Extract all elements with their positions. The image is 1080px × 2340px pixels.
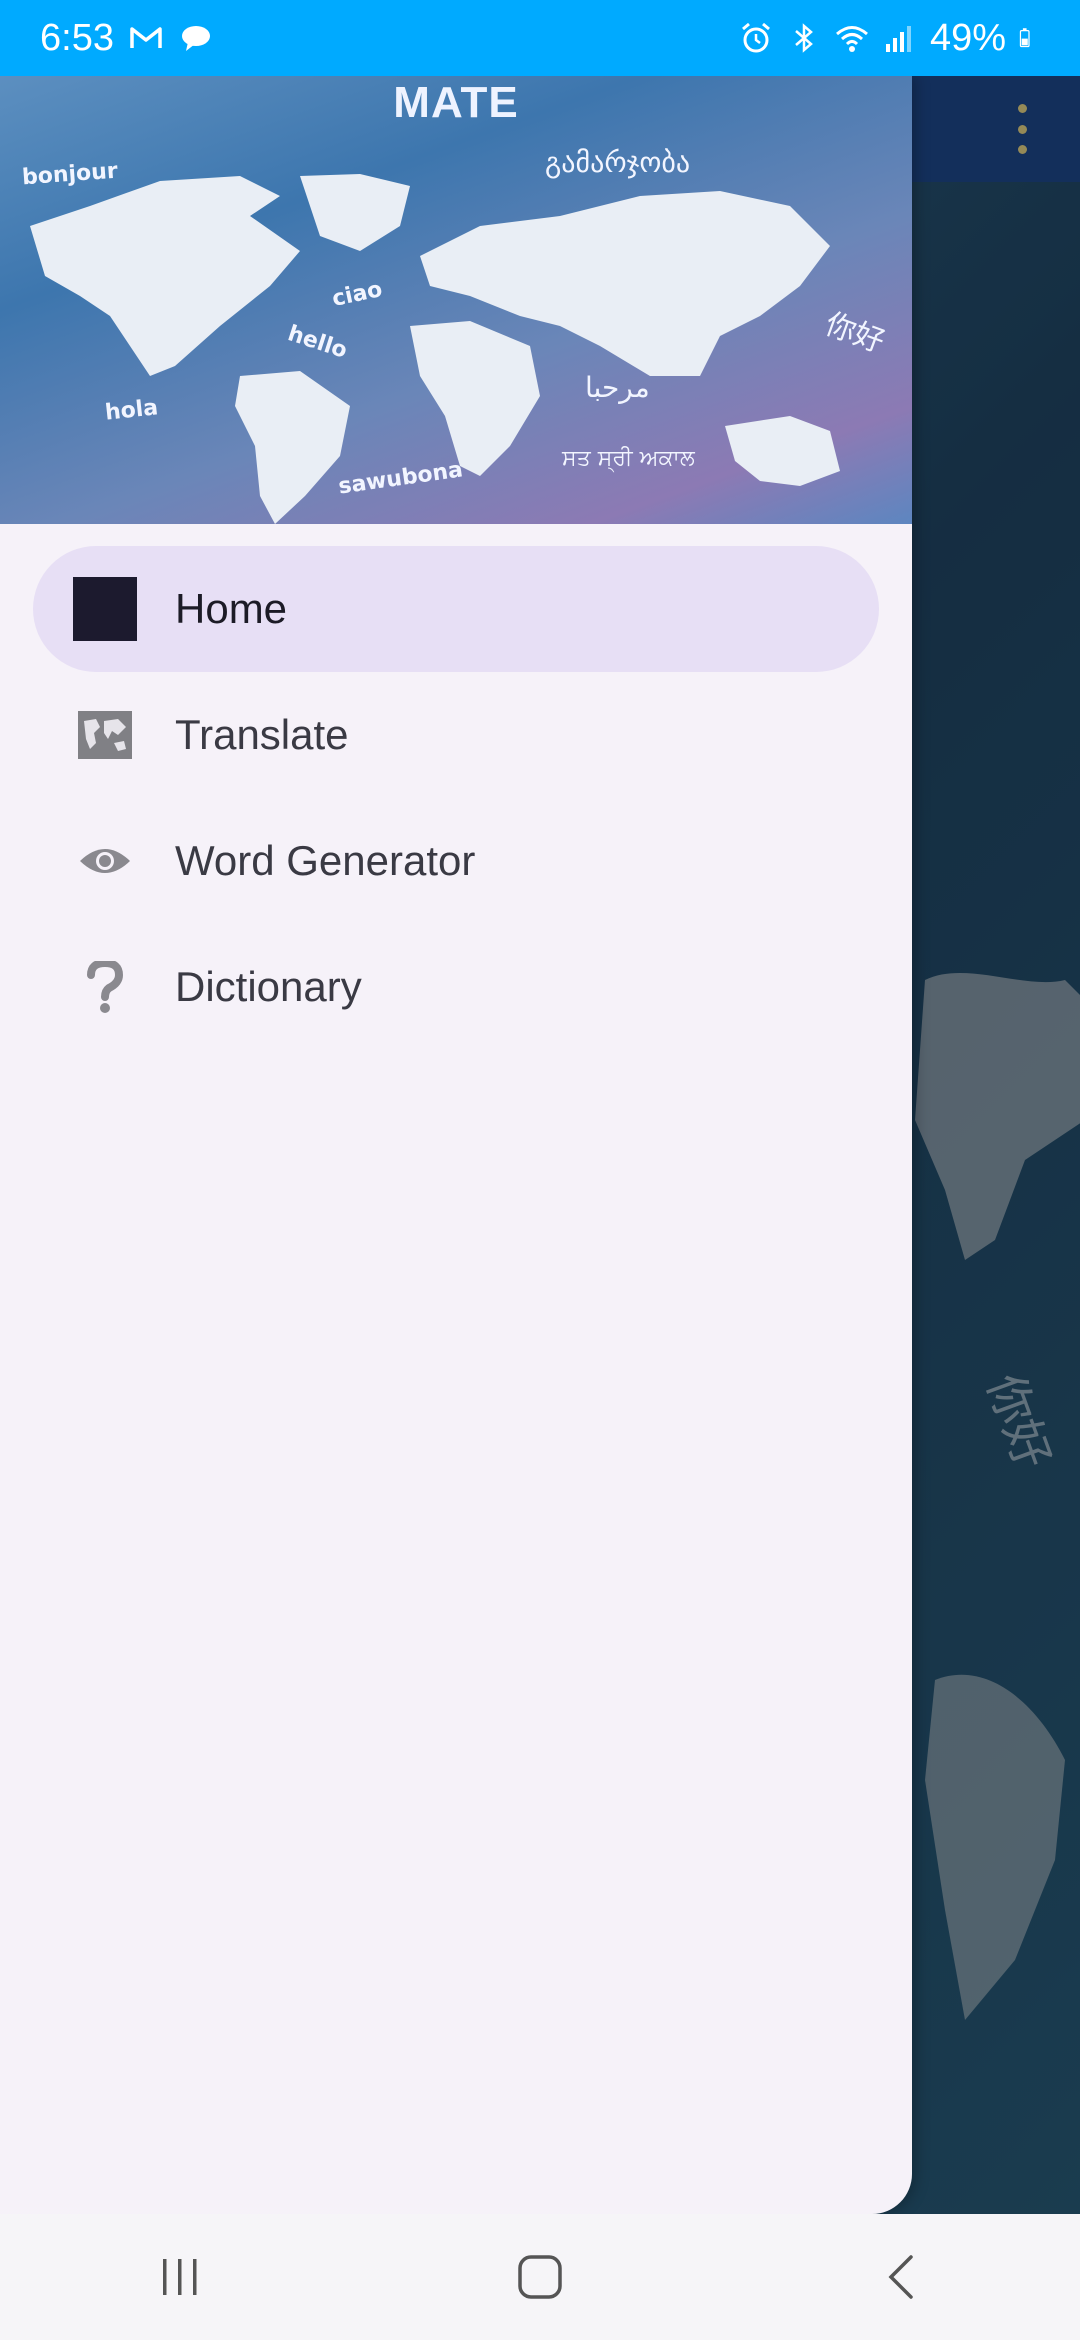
drawer-item-label: Translate (175, 711, 349, 758)
drawer-menu: Home Translate Word Generator Dictionary (0, 546, 912, 1050)
drawer-item-word-generator[interactable]: Word Generator (33, 798, 879, 924)
recents-button[interactable] (120, 2237, 240, 2317)
navigation-drawer: MATE bonjour ciao hello hola sawubona გა… (0, 76, 912, 2214)
map-icon (73, 703, 137, 767)
home-button[interactable] (480, 2237, 600, 2317)
drawer-item-label: Dictionary (175, 963, 362, 1010)
battery-icon (1019, 28, 1030, 48)
signal-icon (885, 26, 911, 52)
alarm-icon (741, 22, 770, 53)
back-icon (888, 2255, 913, 2299)
home-nav-icon (518, 2255, 562, 2299)
home-icon (73, 577, 137, 641)
drawer-item-label: Word Generator (175, 837, 476, 884)
battery-percent: 49% (929, 16, 1006, 59)
back-button[interactable] (840, 2237, 960, 2317)
bluetooth-icon (795, 23, 813, 53)
recents-icon (163, 2259, 197, 2295)
eye-icon (73, 829, 137, 893)
question-icon (73, 955, 137, 1019)
status-time: 6:53 (40, 16, 114, 59)
app-title: MATE (393, 78, 519, 127)
world-map-image (30, 174, 840, 524)
system-nav-bar (0, 2214, 1080, 2340)
drawer-item-dictionary[interactable]: Dictionary (33, 924, 879, 1050)
header-word-georgian: გამარჯობა (545, 146, 691, 179)
header-word-punjabi: ਸਤ ਸ੍ਰੀ ਅਕਾਲ (562, 446, 695, 471)
drawer-header: MATE bonjour ciao hello hola sawubona გა… (0, 76, 912, 524)
drawer-item-home[interactable]: Home (33, 546, 879, 672)
wifi-icon (835, 26, 868, 52)
gmail-icon (130, 27, 162, 48)
drawer-item-translate[interactable]: Translate (33, 672, 879, 798)
drawer-item-label: Home (175, 585, 288, 632)
chat-icon (181, 26, 210, 51)
status-bar: 6:53 49% (0, 0, 1080, 76)
header-word-arabic: مرحبا (585, 371, 650, 404)
